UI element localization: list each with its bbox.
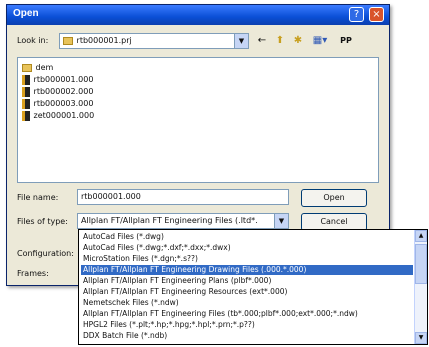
- file-type-option[interactable]: Nemetschek Files (*.ndw): [81, 298, 413, 308]
- look-in-label: Look in:: [17, 36, 49, 45]
- list-item[interactable]: zet000001.000: [22, 110, 94, 122]
- file-icon: [22, 110, 30, 121]
- file-type-option[interactable]: Allplan FT/Allplan FT Engineering Resour…: [81, 287, 413, 297]
- scroll-down-icon[interactable]: ▼: [415, 332, 427, 344]
- file-name-input[interactable]: rtb000001.000: [77, 189, 289, 205]
- file-name-label: File name:: [17, 193, 59, 202]
- file-type-option[interactable]: Allplan FT/Allplan FT Engineering Files …: [81, 309, 413, 319]
- file-name-value: rtb000001.000: [81, 192, 141, 201]
- list-item[interactable]: rtb000001.000: [22, 74, 93, 86]
- look-in-value: rtb000001.prj: [76, 36, 132, 45]
- close-button[interactable]: ×: [369, 7, 384, 22]
- look-in-combo[interactable]: rtb000001.prj ▼: [59, 33, 249, 49]
- new-folder-icon[interactable]: ✱: [291, 33, 305, 49]
- list-item-label: dem: [35, 63, 54, 72]
- files-of-type-value: Allplan FT/Allplan FT Engineering Files …: [81, 216, 258, 225]
- dropdown-scrollbar[interactable]: ▲ ▼: [414, 230, 427, 344]
- file-type-option[interactable]: HPGL2 Files (*.plt;*.hp;*.hpg;*.hpl;*.pr…: [81, 320, 413, 330]
- list-item-label: zet000001.000: [33, 111, 95, 120]
- help-button[interactable]: ?: [349, 7, 364, 22]
- files-of-type-label: Files of type:: [17, 217, 68, 226]
- list-item[interactable]: rtb000002.000: [22, 86, 93, 98]
- file-icon: [22, 98, 30, 109]
- list-item[interactable]: rtb000003.000: [22, 98, 93, 110]
- configuration-label: Configuration:: [17, 249, 74, 258]
- dialog-title: Open: [13, 8, 39, 19]
- scroll-thumb[interactable]: [415, 244, 427, 284]
- folder-icon: [63, 36, 73, 45]
- title-bar[interactable]: Open ? ×: [7, 5, 389, 25]
- file-type-option[interactable]: Allplan FT/Allplan FT Engineering Plans …: [81, 276, 413, 286]
- file-icon: [22, 74, 30, 85]
- views-menu-icon[interactable]: ▦▾: [309, 33, 331, 49]
- chevron-down-icon[interactable]: ▼: [274, 214, 288, 228]
- list-item-label: rtb000002.000: [33, 87, 94, 96]
- file-type-dropdown-list[interactable]: AutoCad Files (*.dwg) AutoCad Files (*.d…: [78, 229, 428, 345]
- list-item[interactable]: dem: [22, 62, 53, 74]
- file-type-option[interactable]: AutoCad Files (*.dwg;*.dxf;*.dxx;*.dwx): [81, 243, 413, 253]
- back-icon[interactable]: ←: [255, 33, 269, 49]
- list-item-label: rtb000003.000: [33, 99, 94, 108]
- folder-icon: [22, 63, 32, 72]
- scroll-up-icon[interactable]: ▲: [415, 230, 427, 242]
- list-item-label: rtb000001.000: [33, 75, 94, 84]
- file-type-option[interactable]: AutoCad Files (*.dwg): [81, 232, 413, 242]
- open-button[interactable]: Open: [301, 189, 367, 207]
- file-type-option-selected[interactable]: Allplan FT/Allplan FT Engineering Drawin…: [81, 265, 413, 275]
- file-icon: [22, 86, 30, 97]
- up-folder-icon[interactable]: ⬆: [273, 33, 287, 49]
- tools-icon[interactable]: PP: [337, 33, 355, 49]
- chevron-down-icon[interactable]: ▼: [234, 34, 248, 48]
- files-of-type-select[interactable]: Allplan FT/Allplan FT Engineering Files …: [77, 213, 289, 229]
- frames-label: Frames:: [17, 269, 49, 278]
- file-type-option[interactable]: DDX Batch File (*.ndb): [81, 331, 413, 341]
- file-type-option[interactable]: MicroStation Files (*.dgn;*.s??): [81, 254, 413, 264]
- file-list[interactable]: dem rtb000001.000 rtb000002.000 rtb00000…: [17, 57, 379, 183]
